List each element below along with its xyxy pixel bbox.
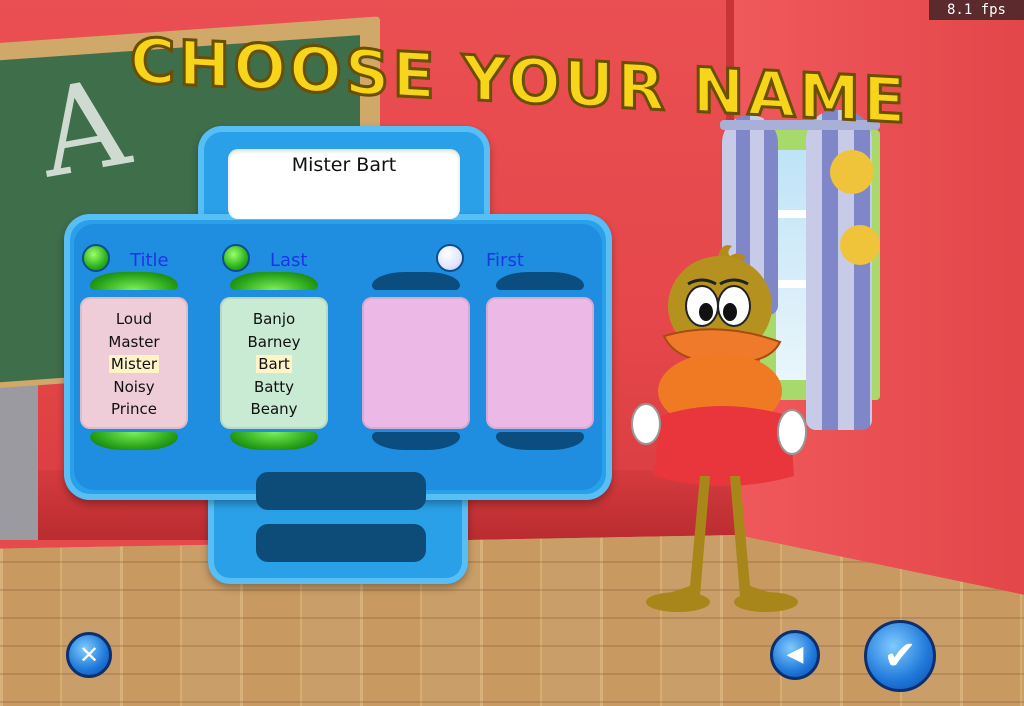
list-item[interactable]: Barney: [220, 331, 328, 354]
curtain-pattern: [830, 150, 874, 194]
list-item[interactable]: Batty: [220, 376, 328, 399]
third-list: [362, 297, 470, 429]
first-list: [486, 297, 594, 429]
list-item-selected-label: Bart: [256, 355, 292, 373]
first-toggle-radio[interactable]: [436, 244, 464, 272]
last-scroll-down-button[interactable]: [230, 432, 318, 450]
third-scroll-up-button[interactable]: [372, 272, 460, 290]
list-item-selected[interactable]: Mister: [80, 353, 188, 376]
list-item-selected-label: Mister: [108, 355, 160, 373]
last-column-label: Last: [270, 250, 308, 271]
back-arrow-icon: ◀: [786, 642, 804, 667]
curtain-pattern: [840, 225, 880, 265]
first-column-label: First: [486, 250, 524, 271]
list-item[interactable]: Prince: [80, 398, 188, 421]
duck-character: [631, 245, 807, 612]
title-list-items: Loud Master Mister Noisy Prince: [80, 308, 188, 421]
list-item[interactable]: Loud: [80, 308, 188, 331]
checkmark-icon: ✔: [883, 633, 917, 679]
title-toggle-radio[interactable]: [82, 244, 110, 272]
third-scroll-down-button[interactable]: [372, 432, 460, 450]
fps-counter: 8.1 fps: [929, 0, 1024, 20]
door-frame: [0, 370, 38, 540]
close-x-icon: ✕: [78, 641, 100, 669]
back-button[interactable]: ◀: [770, 630, 820, 680]
last-toggle-radio[interactable]: [222, 244, 250, 272]
confirm-button[interactable]: ✔: [864, 620, 936, 692]
first-scroll-down-button[interactable]: [496, 432, 584, 450]
last-scroll-up-button[interactable]: [230, 272, 318, 290]
name-preview: Mister Bart: [291, 154, 397, 176]
list-item[interactable]: Banjo: [220, 308, 328, 331]
last-list-items: Banjo Barney Bart Batty Beany: [220, 308, 328, 421]
cancel-button[interactable]: ✕: [66, 632, 112, 678]
first-scroll-up-button[interactable]: [496, 272, 584, 290]
list-item-selected[interactable]: Bart: [220, 353, 328, 376]
empty-slot: [256, 524, 426, 562]
empty-slot: [256, 472, 426, 510]
title-column-label: Title: [130, 250, 169, 271]
list-item[interactable]: Beany: [220, 398, 328, 421]
list-item[interactable]: Master: [80, 331, 188, 354]
title-scroll-down-button[interactable]: [90, 432, 178, 450]
list-item[interactable]: Noisy: [80, 376, 188, 399]
title-scroll-up-button[interactable]: [90, 272, 178, 290]
